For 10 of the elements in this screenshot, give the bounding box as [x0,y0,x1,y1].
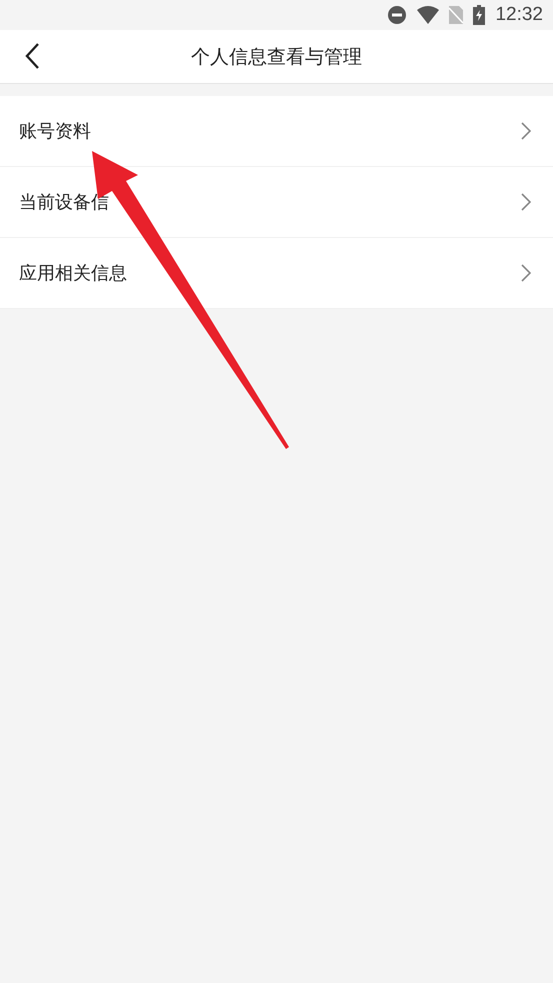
back-icon[interactable] [24,42,40,70]
do-not-disturb-icon [387,5,408,25]
wifi-icon [417,6,440,24]
status-time: 12:32 [495,4,543,26]
page-title: 个人信息查看与管理 [191,44,362,70]
chevron-right-icon [521,264,531,282]
battery-charging-icon [473,5,486,25]
no-sim-icon [449,6,464,24]
chevron-right-icon [521,122,531,140]
chevron-right-icon [521,193,531,211]
